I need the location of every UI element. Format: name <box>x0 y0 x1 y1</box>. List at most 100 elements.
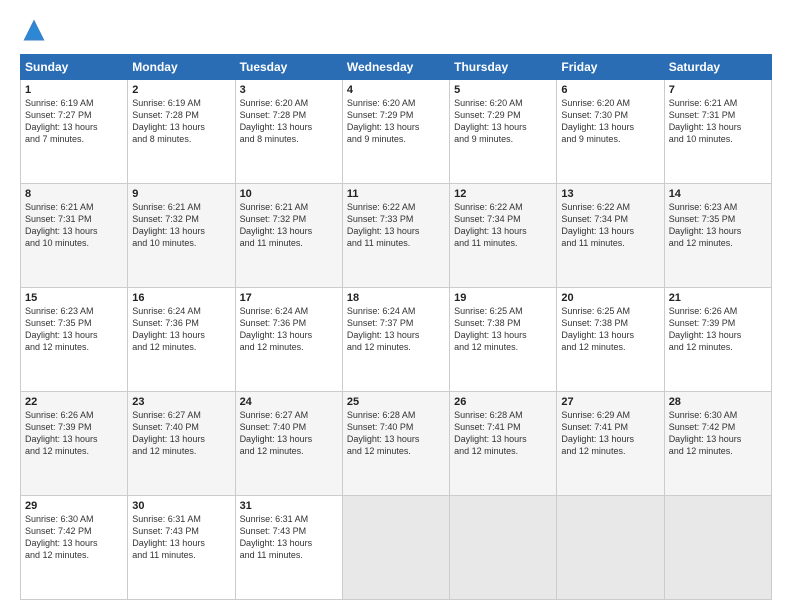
calendar-week-5: 29Sunrise: 6:30 AM Sunset: 7:42 PM Dayli… <box>21 496 772 600</box>
day-number: 10 <box>240 188 338 200</box>
calendar-cell: 17Sunrise: 6:24 AM Sunset: 7:36 PM Dayli… <box>235 288 342 392</box>
day-number: 31 <box>240 500 338 512</box>
day-info: Sunrise: 6:24 AM Sunset: 7:37 PM Dayligh… <box>347 305 445 354</box>
day-number: 22 <box>25 396 123 408</box>
day-number: 23 <box>132 396 230 408</box>
calendar-cell: 4Sunrise: 6:20 AM Sunset: 7:29 PM Daylig… <box>342 80 449 184</box>
day-info: Sunrise: 6:20 AM Sunset: 7:29 PM Dayligh… <box>347 97 445 146</box>
day-number: 21 <box>669 292 767 304</box>
day-info: Sunrise: 6:24 AM Sunset: 7:36 PM Dayligh… <box>132 305 230 354</box>
day-number: 28 <box>669 396 767 408</box>
day-info: Sunrise: 6:30 AM Sunset: 7:42 PM Dayligh… <box>25 513 123 562</box>
day-info: Sunrise: 6:25 AM Sunset: 7:38 PM Dayligh… <box>561 305 659 354</box>
day-info: Sunrise: 6:20 AM Sunset: 7:28 PM Dayligh… <box>240 97 338 146</box>
calendar-week-3: 15Sunrise: 6:23 AM Sunset: 7:35 PM Dayli… <box>21 288 772 392</box>
day-info: Sunrise: 6:28 AM Sunset: 7:41 PM Dayligh… <box>454 409 552 458</box>
day-number: 1 <box>25 84 123 96</box>
weekday-header-saturday: Saturday <box>664 55 771 80</box>
day-info: Sunrise: 6:26 AM Sunset: 7:39 PM Dayligh… <box>669 305 767 354</box>
day-number: 16 <box>132 292 230 304</box>
calendar-cell <box>664 496 771 600</box>
logo <box>20 16 52 44</box>
calendar-cell: 10Sunrise: 6:21 AM Sunset: 7:32 PM Dayli… <box>235 184 342 288</box>
calendar-cell: 31Sunrise: 6:31 AM Sunset: 7:43 PM Dayli… <box>235 496 342 600</box>
day-info: Sunrise: 6:22 AM Sunset: 7:34 PM Dayligh… <box>454 201 552 250</box>
day-number: 11 <box>347 188 445 200</box>
header <box>20 16 772 44</box>
calendar-cell: 21Sunrise: 6:26 AM Sunset: 7:39 PM Dayli… <box>664 288 771 392</box>
day-info: Sunrise: 6:20 AM Sunset: 7:29 PM Dayligh… <box>454 97 552 146</box>
calendar-cell: 27Sunrise: 6:29 AM Sunset: 7:41 PM Dayli… <box>557 392 664 496</box>
day-info: Sunrise: 6:22 AM Sunset: 7:34 PM Dayligh… <box>561 201 659 250</box>
day-number: 5 <box>454 84 552 96</box>
day-number: 12 <box>454 188 552 200</box>
calendar-cell: 16Sunrise: 6:24 AM Sunset: 7:36 PM Dayli… <box>128 288 235 392</box>
calendar-cell: 23Sunrise: 6:27 AM Sunset: 7:40 PM Dayli… <box>128 392 235 496</box>
calendar-cell: 15Sunrise: 6:23 AM Sunset: 7:35 PM Dayli… <box>21 288 128 392</box>
general-blue-icon <box>20 16 48 44</box>
day-info: Sunrise: 6:30 AM Sunset: 7:42 PM Dayligh… <box>669 409 767 458</box>
calendar-cell: 25Sunrise: 6:28 AM Sunset: 7:40 PM Dayli… <box>342 392 449 496</box>
weekday-header-wednesday: Wednesday <box>342 55 449 80</box>
calendar-cell: 26Sunrise: 6:28 AM Sunset: 7:41 PM Dayli… <box>450 392 557 496</box>
day-number: 9 <box>132 188 230 200</box>
calendar-cell: 18Sunrise: 6:24 AM Sunset: 7:37 PM Dayli… <box>342 288 449 392</box>
day-info: Sunrise: 6:21 AM Sunset: 7:32 PM Dayligh… <box>240 201 338 250</box>
day-number: 15 <box>25 292 123 304</box>
calendar-cell: 2Sunrise: 6:19 AM Sunset: 7:28 PM Daylig… <box>128 80 235 184</box>
calendar-cell: 22Sunrise: 6:26 AM Sunset: 7:39 PM Dayli… <box>21 392 128 496</box>
day-number: 18 <box>347 292 445 304</box>
weekday-header-monday: Monday <box>128 55 235 80</box>
day-number: 24 <box>240 396 338 408</box>
day-number: 17 <box>240 292 338 304</box>
day-info: Sunrise: 6:19 AM Sunset: 7:27 PM Dayligh… <box>25 97 123 146</box>
day-info: Sunrise: 6:22 AM Sunset: 7:33 PM Dayligh… <box>347 201 445 250</box>
day-info: Sunrise: 6:29 AM Sunset: 7:41 PM Dayligh… <box>561 409 659 458</box>
calendar-cell: 7Sunrise: 6:21 AM Sunset: 7:31 PM Daylig… <box>664 80 771 184</box>
calendar-cell: 29Sunrise: 6:30 AM Sunset: 7:42 PM Dayli… <box>21 496 128 600</box>
weekday-header-tuesday: Tuesday <box>235 55 342 80</box>
day-number: 13 <box>561 188 659 200</box>
page: SundayMondayTuesdayWednesdayThursdayFrid… <box>0 0 792 612</box>
day-number: 29 <box>25 500 123 512</box>
calendar-cell: 11Sunrise: 6:22 AM Sunset: 7:33 PM Dayli… <box>342 184 449 288</box>
day-number: 4 <box>347 84 445 96</box>
weekday-header-thursday: Thursday <box>450 55 557 80</box>
day-number: 30 <box>132 500 230 512</box>
day-info: Sunrise: 6:28 AM Sunset: 7:40 PM Dayligh… <box>347 409 445 458</box>
calendar-week-1: 1Sunrise: 6:19 AM Sunset: 7:27 PM Daylig… <box>21 80 772 184</box>
day-info: Sunrise: 6:23 AM Sunset: 7:35 PM Dayligh… <box>669 201 767 250</box>
day-info: Sunrise: 6:27 AM Sunset: 7:40 PM Dayligh… <box>132 409 230 458</box>
calendar-cell: 12Sunrise: 6:22 AM Sunset: 7:34 PM Dayli… <box>450 184 557 288</box>
day-info: Sunrise: 6:24 AM Sunset: 7:36 PM Dayligh… <box>240 305 338 354</box>
calendar-cell: 14Sunrise: 6:23 AM Sunset: 7:35 PM Dayli… <box>664 184 771 288</box>
weekday-header-sunday: Sunday <box>21 55 128 80</box>
calendar-cell: 20Sunrise: 6:25 AM Sunset: 7:38 PM Dayli… <box>557 288 664 392</box>
day-info: Sunrise: 6:26 AM Sunset: 7:39 PM Dayligh… <box>25 409 123 458</box>
calendar-cell: 30Sunrise: 6:31 AM Sunset: 7:43 PM Dayli… <box>128 496 235 600</box>
day-info: Sunrise: 6:31 AM Sunset: 7:43 PM Dayligh… <box>132 513 230 562</box>
day-number: 8 <box>25 188 123 200</box>
calendar-header-row: SundayMondayTuesdayWednesdayThursdayFrid… <box>21 55 772 80</box>
calendar-cell: 3Sunrise: 6:20 AM Sunset: 7:28 PM Daylig… <box>235 80 342 184</box>
calendar-cell <box>342 496 449 600</box>
calendar-week-4: 22Sunrise: 6:26 AM Sunset: 7:39 PM Dayli… <box>21 392 772 496</box>
calendar-cell: 1Sunrise: 6:19 AM Sunset: 7:27 PM Daylig… <box>21 80 128 184</box>
day-info: Sunrise: 6:20 AM Sunset: 7:30 PM Dayligh… <box>561 97 659 146</box>
calendar-table: SundayMondayTuesdayWednesdayThursdayFrid… <box>20 54 772 600</box>
day-number: 6 <box>561 84 659 96</box>
weekday-header-friday: Friday <box>557 55 664 80</box>
calendar-cell: 8Sunrise: 6:21 AM Sunset: 7:31 PM Daylig… <box>21 184 128 288</box>
day-info: Sunrise: 6:21 AM Sunset: 7:31 PM Dayligh… <box>25 201 123 250</box>
day-info: Sunrise: 6:31 AM Sunset: 7:43 PM Dayligh… <box>240 513 338 562</box>
day-number: 7 <box>669 84 767 96</box>
day-number: 26 <box>454 396 552 408</box>
calendar-cell: 5Sunrise: 6:20 AM Sunset: 7:29 PM Daylig… <box>450 80 557 184</box>
calendar-cell: 9Sunrise: 6:21 AM Sunset: 7:32 PM Daylig… <box>128 184 235 288</box>
day-info: Sunrise: 6:21 AM Sunset: 7:31 PM Dayligh… <box>669 97 767 146</box>
day-info: Sunrise: 6:27 AM Sunset: 7:40 PM Dayligh… <box>240 409 338 458</box>
day-info: Sunrise: 6:23 AM Sunset: 7:35 PM Dayligh… <box>25 305 123 354</box>
calendar-cell: 19Sunrise: 6:25 AM Sunset: 7:38 PM Dayli… <box>450 288 557 392</box>
day-number: 25 <box>347 396 445 408</box>
day-number: 14 <box>669 188 767 200</box>
